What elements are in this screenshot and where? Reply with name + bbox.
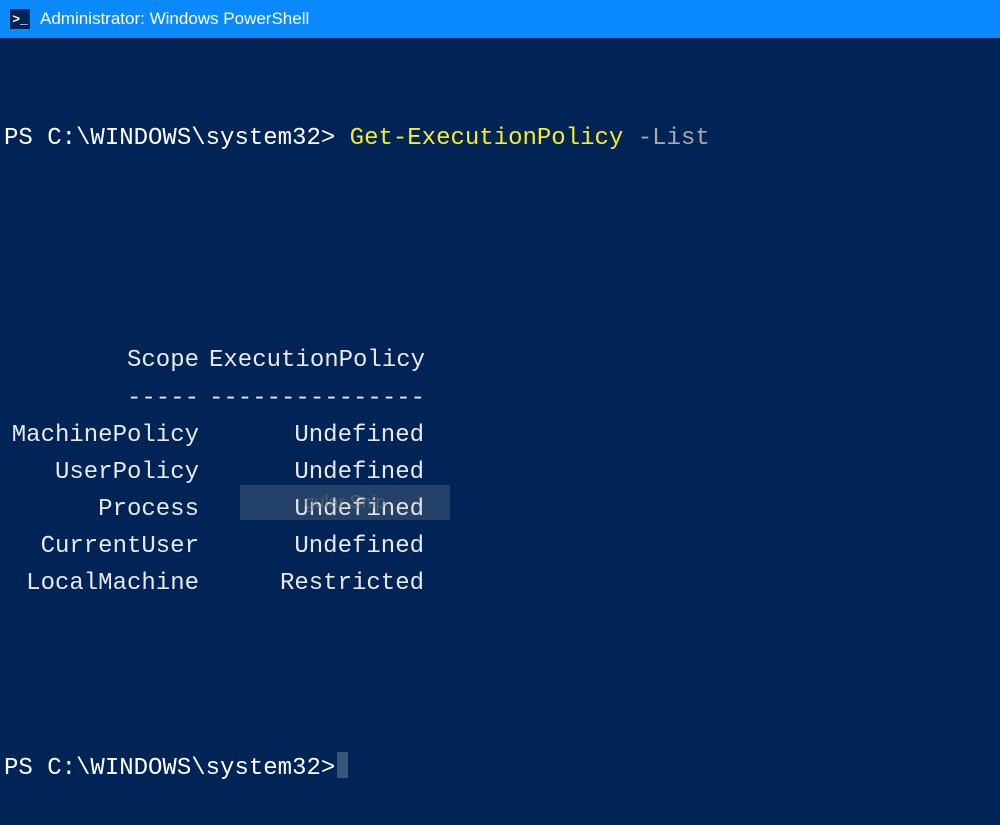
cmdlet-parameter: -List xyxy=(638,125,710,152)
cmdlet-name: Get-ExecutionPolicy xyxy=(350,125,624,152)
powershell-icon: >_ xyxy=(10,9,30,29)
column-header-policy: ExecutionPolicy xyxy=(199,342,424,379)
row-scope: UserPolicy xyxy=(4,454,199,491)
window-title: Administrator: Windows PowerShell xyxy=(40,9,309,29)
column-divider-policy: --------------- xyxy=(199,380,424,417)
row-scope: CurrentUser xyxy=(4,528,199,565)
row-policy: Undefined xyxy=(199,454,424,491)
row-scope: MachinePolicy xyxy=(4,417,199,454)
prompt-prefix: PS C:\WINDOWS\system32> xyxy=(4,125,335,152)
row-policy: Undefined xyxy=(199,417,424,454)
command-line-2[interactable]: PS C:\WINDOWS\system32> xyxy=(0,750,1000,787)
command-line-1: PS C:\WINDOWS\system32> Get-ExecutionPol… xyxy=(0,120,1000,157)
powershell-icon-glyph: >_ xyxy=(12,12,28,27)
terminal-output-area[interactable]: PS C:\WINDOWS\system32> Get-ExecutionPol… xyxy=(0,38,1000,825)
row-policy: Undefined xyxy=(199,528,424,565)
window-titlebar[interactable]: >_ Administrator: Windows PowerShell xyxy=(0,0,1000,38)
row-policy: Undefined xyxy=(199,491,424,528)
command-output: ScopeExecutionPolicy -------------------… xyxy=(0,305,1000,603)
row-scope: Process xyxy=(4,491,199,528)
prompt-prefix: PS C:\WINDOWS\system32> xyxy=(4,755,335,782)
column-header-scope: Scope xyxy=(4,342,199,379)
row-policy: Restricted xyxy=(199,565,424,602)
column-divider-scope: ----- xyxy=(4,380,199,417)
text-cursor xyxy=(337,752,348,778)
row-scope: LocalMachine xyxy=(4,565,199,602)
